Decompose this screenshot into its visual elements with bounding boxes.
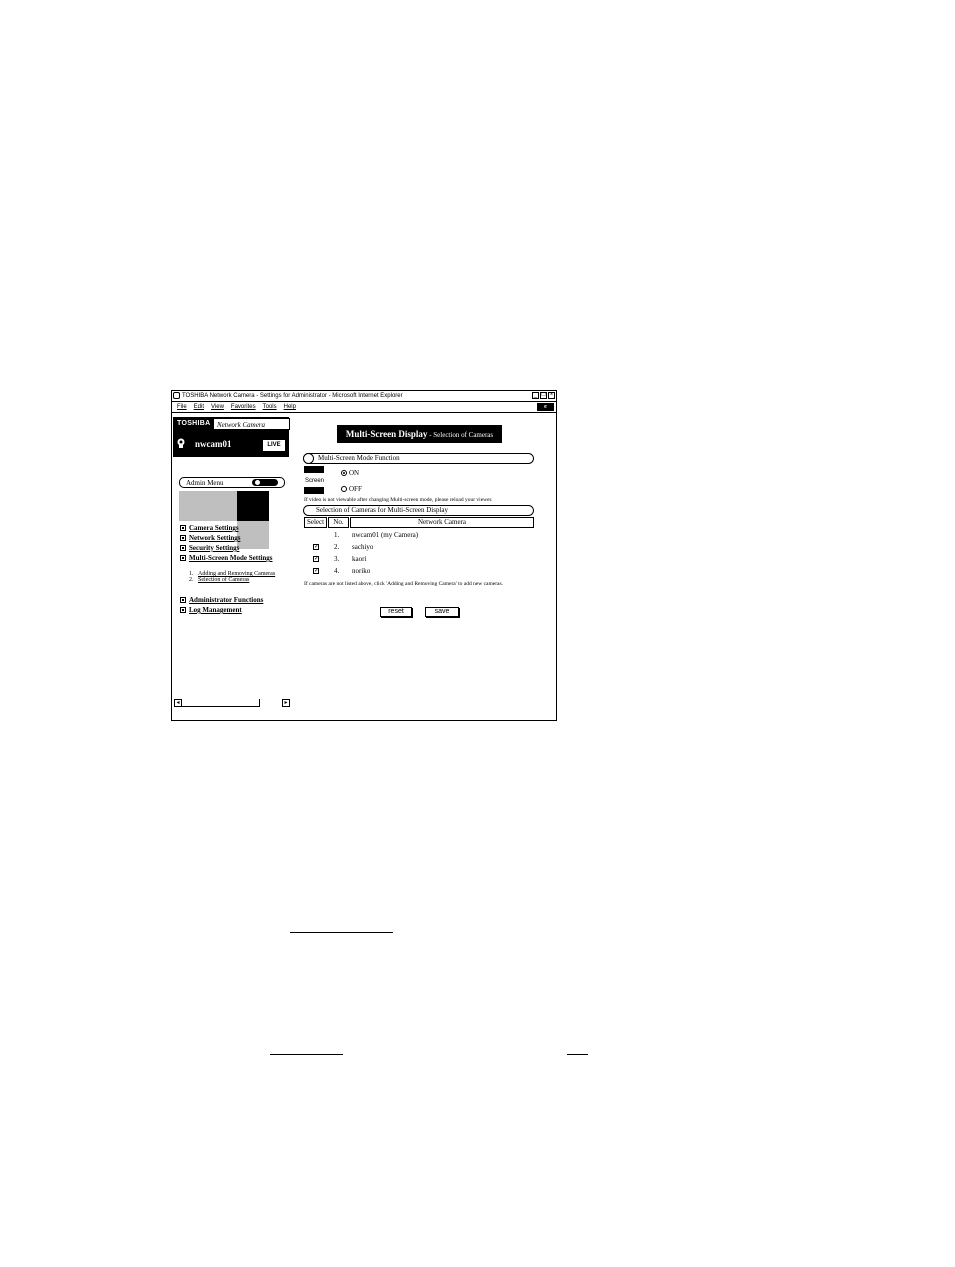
nav-multiscreen-settings[interactable]: Multi-Screen Mode Settings bbox=[180, 553, 272, 563]
menu-bar: File Edit View Favorites Tools Help bbox=[172, 402, 556, 413]
row-camera-name: sachiyo bbox=[352, 543, 374, 551]
window-title: TOSHIBA Network Camera - Settings for Ad… bbox=[182, 393, 403, 399]
col-no: No. bbox=[328, 517, 349, 528]
row-no: 2. bbox=[334, 543, 340, 551]
row-camera-name: nwcam01 (my Camera) bbox=[352, 531, 419, 539]
live-button[interactable]: LIVE bbox=[263, 440, 285, 451]
toshiba-logo: TOSHIBA bbox=[177, 420, 211, 427]
close-button[interactable]: × bbox=[548, 392, 555, 399]
row-no: 4. bbox=[334, 567, 340, 575]
nav-network-settings[interactable]: Network Settings bbox=[180, 533, 272, 543]
nav-list-bottom: Administrator Functions Log Management bbox=[180, 595, 263, 615]
subnav-num: 2. bbox=[189, 577, 194, 583]
decorative-block bbox=[237, 491, 269, 521]
label-bar bbox=[304, 466, 324, 473]
subnav-label: Selection of Cameras bbox=[198, 577, 250, 583]
nav-security-settings[interactable]: Security Settings bbox=[180, 543, 272, 553]
menu-view[interactable]: View bbox=[211, 402, 224, 412]
col-network-camera: Network Camera bbox=[350, 517, 534, 528]
screen-label: Screen bbox=[305, 478, 325, 484]
subnav-item-selection[interactable]: 2. Selection of Cameras bbox=[189, 577, 275, 583]
sidebar: TOSHIBA Network Camera nwcam01 LIVE Admi… bbox=[172, 413, 292, 709]
cameras-note: If cameras are not listed above, click '… bbox=[304, 581, 503, 587]
scroll-left-arrow-icon[interactable]: ◂ bbox=[174, 699, 182, 707]
page-rule bbox=[567, 1054, 588, 1055]
row-checkbox[interactable]: ✓ bbox=[313, 556, 319, 562]
admin-menu-toggle[interactable]: Admin Menu bbox=[179, 477, 285, 488]
row-no: 3. bbox=[334, 555, 340, 563]
scroll-right-arrow-icon[interactable]: ▸ bbox=[282, 699, 290, 707]
nav-admin-functions[interactable]: Administrator Functions bbox=[180, 595, 263, 605]
label-bar bbox=[304, 487, 324, 494]
row-camera-name: noriko bbox=[352, 567, 371, 575]
save-button[interactable]: save bbox=[425, 607, 459, 617]
maximize-button[interactable]: □ bbox=[540, 392, 547, 399]
minimize-button[interactable]: _ bbox=[532, 392, 539, 399]
camera-name: nwcam01 bbox=[195, 439, 232, 449]
toggle-knob-icon bbox=[252, 479, 278, 486]
browser-window: TOSHIBA Network Camera - Settings for Ad… bbox=[171, 390, 557, 721]
section-multiscreen-mode: Multi-Screen Mode Function bbox=[303, 453, 534, 464]
row-camera-name: kaori bbox=[352, 555, 367, 563]
menu-tools[interactable]: Tools bbox=[263, 402, 277, 412]
radio-on[interactable]: ON bbox=[341, 469, 359, 477]
page-title: Multi-Screen Display - Selection of Came… bbox=[337, 425, 502, 443]
horizontal-scrollbar[interactable]: ◂ ▸ bbox=[174, 699, 290, 707]
col-select: Select bbox=[304, 517, 327, 528]
table-header: Select No. Network Camera bbox=[304, 517, 534, 528]
menu-file[interactable]: File bbox=[177, 402, 187, 412]
section-heading: Multi-Screen Mode Function bbox=[318, 454, 400, 462]
row-checkbox[interactable]: ✓ bbox=[313, 568, 319, 574]
ie-app-icon bbox=[173, 392, 180, 399]
section-heading: Selection of Cameras for Multi-Screen Di… bbox=[316, 506, 448, 514]
main-content: Multi-Screen Display - Selection of Came… bbox=[292, 413, 556, 720]
title-bar: TOSHIBA Network Camera - Settings for Ad… bbox=[172, 391, 556, 402]
screen-label-block: Screen bbox=[304, 466, 338, 494]
mode-note: If video is not viewable after changing … bbox=[304, 497, 493, 503]
menu-favorites[interactable]: Favorites bbox=[231, 402, 256, 412]
menu-edit[interactable]: Edit bbox=[194, 402, 204, 412]
reset-button[interactable]: reset bbox=[380, 607, 412, 617]
brand-header: TOSHIBA Network Camera nwcam01 LIVE bbox=[173, 417, 290, 457]
nav-log-management[interactable]: Log Management bbox=[180, 605, 263, 615]
nav-list-top: Camera Settings Network Settings Securit… bbox=[180, 523, 272, 563]
nav-camera-settings[interactable]: Camera Settings bbox=[180, 523, 272, 533]
page-rule bbox=[270, 1054, 343, 1055]
product-name: Network Camera bbox=[213, 418, 290, 430]
ie-throbber-icon: e bbox=[537, 403, 554, 411]
admin-menu-label: Admin Menu bbox=[186, 479, 224, 487]
nav-sub-list: 1. Adding and Removing Cameras 2. Select… bbox=[189, 571, 275, 583]
menu-help[interactable]: Help bbox=[284, 402, 296, 412]
camera-icon bbox=[177, 438, 185, 448]
radio-off-label: OFF bbox=[349, 485, 362, 493]
page-rule bbox=[290, 932, 393, 933]
page-title-main: Multi-Screen Display bbox=[345, 429, 428, 439]
radio-off[interactable]: OFF bbox=[341, 485, 362, 493]
section-camera-selection: Selection of Cameras for Multi-Screen Di… bbox=[303, 505, 534, 516]
radio-on-label: ON bbox=[349, 469, 360, 477]
row-no: 1. bbox=[334, 531, 340, 539]
scroll-thumb[interactable] bbox=[182, 699, 260, 707]
page-title-sub: - Selection of Cameras bbox=[427, 431, 494, 439]
row-checkbox[interactable]: ✓ bbox=[313, 544, 319, 550]
